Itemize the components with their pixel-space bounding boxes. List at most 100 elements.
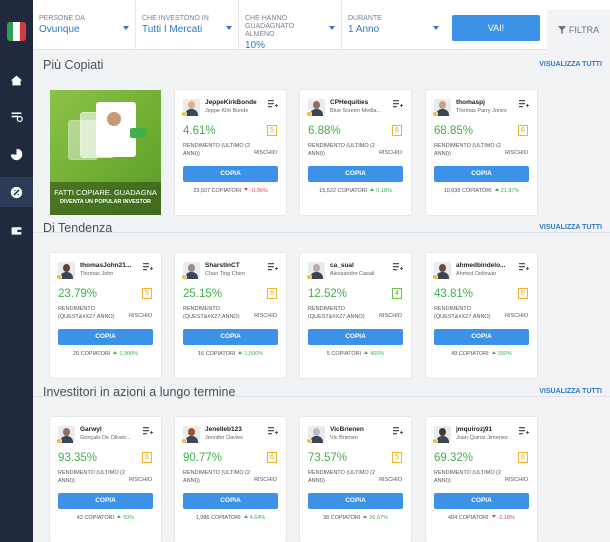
filter-market[interactable]: CHE INVESTONO IN Tutti I Mercati: [136, 0, 239, 50]
trader-card[interactable]: jmquirozj91 Juan Quiroz Jimenez 69.32% 6 REN…: [426, 417, 537, 542]
trader-card[interactable]: thomaspj Thomas Parry Jones 68.85% 6 RENDIME…: [426, 90, 537, 215]
filter-period[interactable]: DURANTE 1 Anno: [342, 0, 445, 50]
copiers-count: 15,522: [319, 188, 336, 194]
promo-banner[interactable]: FATTI COPIARE. GUADAGNA DIVENTA UN POPUL…: [50, 90, 161, 215]
trader-username[interactable]: ca_sual: [330, 262, 392, 269]
risk-score-badge: 4: [392, 288, 402, 299]
wallet-icon[interactable]: [9, 223, 24, 238]
trader-fullname: Gonçalo De Oliveir...: [80, 435, 131, 441]
copy-button[interactable]: COPIA: [434, 166, 529, 182]
view-all-link[interactable]: VISUALIZZA TUTTI: [539, 388, 602, 395]
risk-label: RISCHIO: [254, 313, 277, 319]
home-icon[interactable]: [9, 73, 24, 88]
copy-button[interactable]: COPIA: [308, 166, 403, 182]
copiers-label: COPIATORI: [211, 188, 242, 194]
gain-value: 90.77%: [183, 452, 223, 464]
trader-fullname: Thomas Parry Jones: [456, 108, 507, 114]
copiers-label: COPIATORI: [210, 515, 241, 521]
list-add-icon[interactable]: [393, 263, 403, 271]
copy-button[interactable]: COPIA: [183, 329, 278, 345]
trader-username[interactable]: jmquirozj91: [456, 426, 518, 433]
chevron-down-icon: [329, 26, 335, 30]
trader-card[interactable]: Jenelleb123 Jennifer Davies 90.77% 6 RENDIME…: [175, 417, 286, 542]
list-add-icon[interactable]: [393, 427, 403, 435]
trader-fullname: Blue Screen Media...: [330, 108, 382, 114]
trader-card[interactable]: Garwyl Gonçalo De Oliveir... 93.35% 6 RENDIM…: [50, 417, 161, 542]
copiers-stats: 10,638 COPIATORI 21.87%: [426, 188, 537, 194]
copiers-change: -2.18%: [497, 515, 515, 521]
copy-people-icon[interactable]: [9, 185, 24, 200]
go-button[interactable]: VAI!: [452, 15, 540, 41]
copy-button[interactable]: COPIA: [183, 493, 278, 509]
trader-username[interactable]: thomaspj: [456, 99, 518, 106]
copiers-count: 10,638: [443, 188, 461, 194]
copiers-label: COPIATORI: [337, 188, 368, 194]
risk-label: RISCHIO: [505, 477, 528, 483]
return-period-label: RENDIMENTO (QUEST&#X27;ANNO): [434, 306, 491, 320]
trader-card[interactable]: SharstinCT Chao Ting Chen 25.15% 6 RENDIMENT…: [175, 253, 286, 378]
copy-button[interactable]: COPIA: [434, 493, 529, 509]
copy-button[interactable]: COPIA: [434, 329, 529, 345]
list-add-icon[interactable]: [519, 263, 529, 271]
trader-fullname: Jennifer Davies: [205, 435, 243, 441]
list-add-icon[interactable]: [519, 427, 529, 435]
trader-username[interactable]: SharstinCT: [205, 262, 267, 269]
promo-gain-badge: [130, 128, 146, 138]
list-add-icon[interactable]: [268, 263, 278, 271]
promo-line1: FATTI COPIARE. GUADAGNA: [54, 188, 157, 197]
trader-username[interactable]: VicBrienen: [330, 426, 392, 433]
portfolio-icon[interactable]: [9, 147, 24, 162]
copy-button[interactable]: COPIA: [308, 329, 403, 345]
trader-fullname: Juan Quiroz Jimenez: [456, 435, 508, 441]
return-period-label: RENDIMENTO (ULTIMO (2 ANNI)): [434, 143, 502, 157]
copiers-count: 38: [322, 515, 330, 521]
gain-value: 25.15%: [183, 288, 223, 300]
copiers-stats: 20 COPIATORI 1,900%: [50, 351, 161, 357]
news-feed-icon[interactable]: [9, 109, 24, 124]
filter-location[interactable]: PERSONE DA Ovunque: [33, 0, 136, 50]
chevron-down-icon: [123, 26, 129, 30]
copy-button[interactable]: COPIA: [58, 493, 153, 509]
copiers-label: COPIATORI: [330, 515, 361, 521]
trader-username[interactable]: thomasJohn21...: [80, 262, 142, 269]
copiers-stats: 16 COPIATORI 1,500%: [175, 351, 286, 357]
trader-username[interactable]: JeppeKirkBonde: [205, 99, 267, 106]
copy-button[interactable]: COPIA: [308, 493, 403, 509]
popular-investor-badge-icon: [432, 274, 438, 280]
trader-username[interactable]: ahmedbindelo...: [456, 262, 518, 269]
trader-card[interactable]: ahmedbindelo... Ahmed Deliowar 43.81% 6 REND…: [426, 253, 537, 378]
trader-username[interactable]: CPHequities: [330, 99, 392, 106]
list-add-icon[interactable]: [393, 100, 403, 108]
risk-label: RISCHIO: [505, 313, 528, 319]
risk-label: RISCHIO: [379, 477, 402, 483]
copiers-label: COPIATORI: [331, 351, 362, 357]
filter-gain[interactable]: CHE HANNO GUADAGNATO ALMENO 10%: [239, 0, 342, 51]
trader-username[interactable]: Jenelleb123: [205, 426, 267, 433]
trend-arrow-icon: [364, 351, 369, 354]
copiers-stats: 15,522 COPIATORI 0.18%: [300, 188, 411, 194]
trader-username[interactable]: Garwyl: [80, 426, 142, 433]
trader-card[interactable]: JeppeKirkBonde Jeppe Kirk Bonde 4.61% 5 REND…: [175, 90, 286, 215]
trader-card[interactable]: CPHequities Blue Screen Media... 6.88% 6 REN…: [300, 90, 411, 215]
copiers-label: COPIATORI: [458, 515, 489, 521]
list-add-icon[interactable]: [268, 100, 278, 108]
filter-button[interactable]: FILTRA: [547, 10, 610, 50]
list-add-icon[interactable]: [143, 427, 153, 435]
list-add-icon[interactable]: [268, 427, 278, 435]
trader-card[interactable]: VicBrienen Vic Brienen 73.57% 5 RENDIMENTO (…: [300, 417, 411, 542]
view-all-link[interactable]: VISUALIZZA TUTTI: [539, 224, 602, 231]
trader-card[interactable]: ca_sual Alessandro Casali 12.52% 4 RENDIMENT…: [300, 253, 411, 378]
view-all-link[interactable]: VISUALIZZA TUTTI: [539, 61, 602, 68]
list-add-icon[interactable]: [143, 263, 153, 271]
filter-value: 10%: [245, 40, 266, 51]
copiers-stats: 1,986 COPIATORI 4.64%: [175, 515, 286, 521]
trader-card[interactable]: thomasJohn21... Thomas John 23.79% 5 RENDIME…: [50, 253, 161, 378]
filter-label: DURANTE: [348, 15, 382, 22]
country-flag-icon[interactable]: [7, 22, 26, 41]
list-add-icon[interactable]: [519, 100, 529, 108]
trader-fullname: Thomas John: [80, 271, 114, 277]
copiers-change: 21.87%: [500, 188, 520, 194]
gain-value: 12.52%: [308, 288, 348, 300]
copy-button[interactable]: COPIA: [58, 329, 153, 345]
copy-button[interactable]: COPIA: [183, 166, 278, 182]
